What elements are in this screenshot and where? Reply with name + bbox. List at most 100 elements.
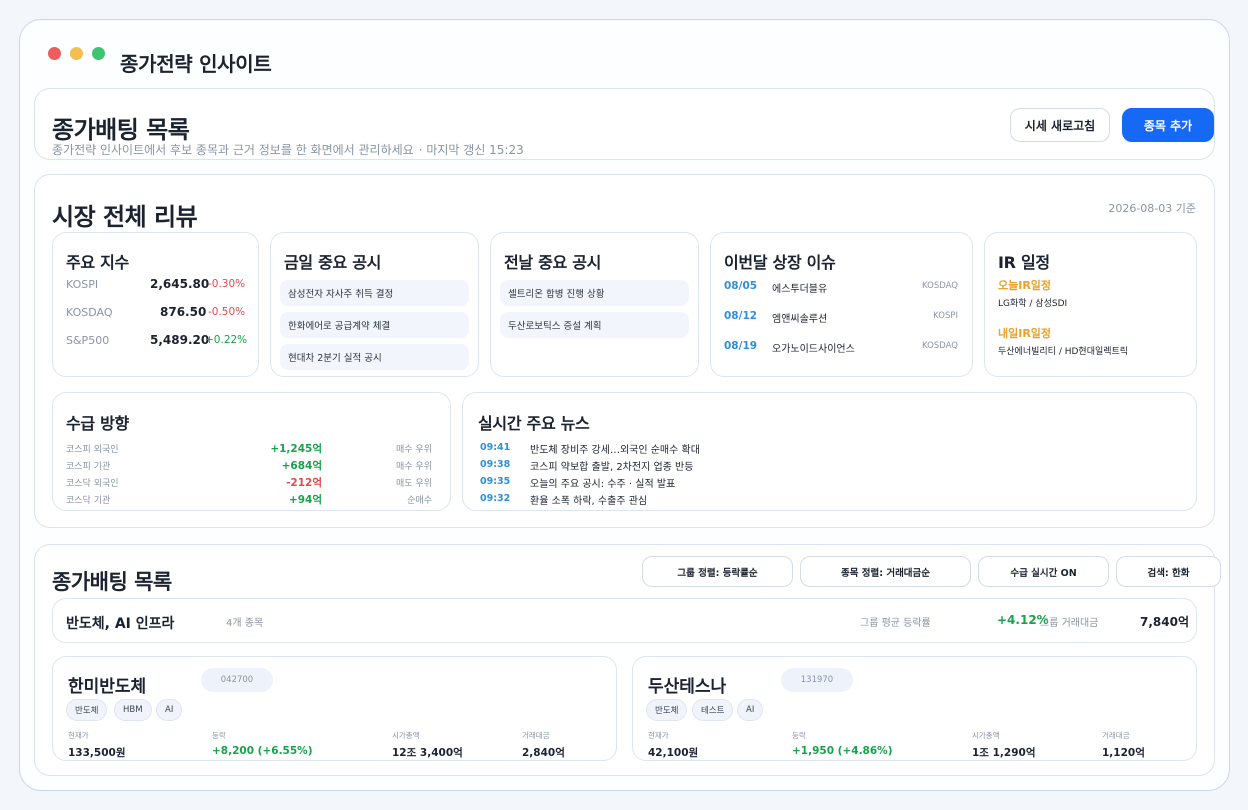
group-avg-label: 그룹 평균 등락률 bbox=[860, 618, 931, 629]
stock-sort-button[interactable]: 종목 정렬: 거래대금순 bbox=[800, 556, 971, 587]
group-name: 반도체, AI 인프라 bbox=[66, 616, 175, 632]
stock-price: 42,100원 bbox=[648, 747, 699, 759]
page-title: 종가배팅 목록 bbox=[52, 116, 190, 144]
stock-name: 두산테스나 bbox=[648, 677, 727, 697]
stock-tag: 반도체 bbox=[66, 699, 108, 721]
news-headline[interactable]: 코스피 약보합 출발, 2차전지 업종 반등 bbox=[530, 458, 693, 473]
index-value: 5,489.20 bbox=[150, 333, 210, 347]
news-headline[interactable]: 오늘의 주요 공시: 수주 · 실적 발표 bbox=[530, 475, 675, 490]
flow-name: 코스닥 기관 bbox=[66, 496, 111, 506]
prev-disclosures-title: 전날 중요 공시 bbox=[504, 253, 602, 272]
news-time: 09:32 bbox=[480, 493, 511, 504]
list-title: 종가배팅 목록 bbox=[52, 570, 172, 594]
maximize-window-button[interactable] bbox=[92, 47, 105, 60]
stock-market-cap: 1조 1,290억 bbox=[972, 747, 1036, 759]
stock-volume: 2,840억 bbox=[522, 747, 565, 759]
last-updated: · 마지막 갱신 15:23 bbox=[418, 143, 524, 157]
stock-label: 등락 bbox=[792, 731, 806, 740]
flows-title: 수급 방향 bbox=[66, 414, 129, 433]
group-sort-button[interactable]: 그룹 정렬: 등락률순 bbox=[642, 556, 793, 587]
close-window-button[interactable] bbox=[48, 47, 61, 60]
page-subtitle: 종가전략 인사이트에서 후보 종목과 근거 정보를 한 화면에서 관리하세요 ·… bbox=[52, 141, 524, 158]
stock-label: 등락 bbox=[212, 731, 226, 740]
market-date: 2026-08-03 기준 bbox=[1108, 202, 1196, 215]
index-name: S&P500 bbox=[66, 334, 110, 347]
flow-value: +684억 bbox=[281, 460, 322, 472]
listing-name[interactable]: 에스투더블유 bbox=[772, 280, 827, 295]
listing-date: 08/12 bbox=[724, 310, 758, 322]
stock-label: 거래대금 bbox=[1102, 731, 1130, 740]
listing-title: 이번달 상장 이슈 bbox=[724, 253, 836, 272]
ir-tomorrow-value: 두산에너빌리티 / HD현대일렉트릭 bbox=[998, 347, 1129, 357]
stock-volume: 1,120억 bbox=[1102, 747, 1145, 759]
today-disclosures-title: 금일 중요 공시 bbox=[284, 253, 382, 272]
flow-value: -212억 bbox=[286, 477, 322, 489]
flow-value: +1,245억 bbox=[270, 443, 322, 455]
stock-name: 한미반도체 bbox=[68, 677, 147, 697]
stock-label: 현재가 bbox=[68, 731, 89, 740]
group-count: 4개 종목 bbox=[226, 618, 264, 629]
index-change: -0.50% bbox=[208, 306, 246, 318]
flow-direction: 매도 우위 bbox=[396, 479, 432, 489]
news-headline[interactable]: 환율 소폭 하락, 수출주 관심 bbox=[530, 492, 647, 507]
stock-change: +8,200 (+6.55%) bbox=[212, 745, 313, 757]
refresh-prices-button[interactable]: 시세 새로고침 bbox=[1010, 108, 1110, 142]
stock-code: 131970 bbox=[781, 668, 853, 692]
stock-label: 현재가 bbox=[648, 731, 669, 740]
news-time: 09:35 bbox=[480, 476, 511, 487]
minimize-window-button[interactable] bbox=[70, 47, 83, 60]
stock-tag: AI bbox=[737, 699, 764, 721]
search-button[interactable]: 검색: 한화 bbox=[1116, 556, 1221, 587]
ir-tomorrow-label: 내일IR일정 bbox=[998, 327, 1052, 340]
disclosure-item[interactable]: 두산로보틱스 증설 계획 bbox=[500, 312, 689, 338]
flow-value: +94억 bbox=[288, 494, 322, 506]
index-value: 876.50 bbox=[160, 305, 207, 319]
market-review-title: 시장 전체 리뷰 bbox=[52, 203, 198, 231]
subtitle-text: 종가전략 인사이트에서 후보 종목과 근거 정보를 한 화면에서 관리하세요 bbox=[52, 143, 414, 157]
disclosure-item[interactable]: 현대차 2분기 실적 공시 bbox=[280, 344, 469, 370]
index-name: KOSPI bbox=[66, 278, 99, 291]
disclosure-item[interactable]: 셀트리온 합병 진행 상황 bbox=[500, 280, 689, 306]
stock-tag: 반도체 bbox=[646, 699, 688, 721]
stock-change: +1,950 (+4.86%) bbox=[792, 745, 893, 757]
ir-title: IR 일정 bbox=[998, 253, 1050, 272]
app-title: 종가전략 인사이트 bbox=[120, 52, 272, 76]
stock-price: 133,500원 bbox=[68, 747, 126, 759]
add-stock-button[interactable]: 종목 추가 bbox=[1122, 108, 1214, 142]
listing-date: 08/05 bbox=[724, 280, 758, 292]
ir-today-value: LG화학 / 삼성SDI bbox=[998, 299, 1068, 309]
disclosure-item[interactable]: 한화에어로 공급계약 체결 bbox=[280, 312, 469, 338]
stock-tag: 테스트 bbox=[692, 699, 734, 721]
listing-name[interactable]: 엠앤씨솔루션 bbox=[772, 310, 827, 325]
listing-date: 08/19 bbox=[724, 340, 758, 352]
flow-direction: 매수 우위 bbox=[396, 462, 432, 472]
stock-code: 042700 bbox=[201, 668, 273, 692]
news-time: 09:38 bbox=[480, 459, 511, 470]
listing-market: KOSDAQ bbox=[922, 341, 958, 351]
stock-market-cap: 12조 3,400억 bbox=[392, 747, 463, 759]
flow-direction: 매수 우위 bbox=[396, 445, 432, 455]
index-value: 2,645.80 bbox=[150, 277, 210, 291]
group-volume-label: 그룹 거래대금 bbox=[1040, 618, 1099, 629]
index-change: -0.30% bbox=[208, 278, 246, 290]
index-name: KOSDAQ bbox=[66, 306, 113, 319]
news-headline[interactable]: 반도체 장비주 강세…외국인 순매수 확대 bbox=[530, 441, 700, 456]
group-volume-value: 7,840억 bbox=[1140, 615, 1189, 629]
stock-tag: AI bbox=[156, 699, 183, 721]
news-title: 실시간 주요 뉴스 bbox=[478, 414, 590, 433]
stock-tag: HBM bbox=[114, 699, 152, 721]
index-change: +0.22% bbox=[205, 334, 248, 346]
flow-name: 코스피 외국인 bbox=[66, 445, 119, 455]
flow-name: 코스피 기관 bbox=[66, 462, 111, 472]
flow-realtime-toggle[interactable]: 수급 실시간 ON bbox=[978, 556, 1109, 587]
listing-market: KOSPI bbox=[933, 311, 958, 321]
flow-name: 코스닥 외국인 bbox=[66, 479, 119, 489]
stock-label: 시가총액 bbox=[392, 731, 420, 740]
stock-label: 시가총액 bbox=[972, 731, 1000, 740]
listing-name[interactable]: 오가노이드사이언스 bbox=[772, 340, 855, 355]
stock-label: 거래대금 bbox=[522, 731, 550, 740]
news-time: 09:41 bbox=[480, 442, 511, 453]
ir-today-label: 오늘IR일정 bbox=[998, 279, 1052, 292]
indices-title: 주요 지수 bbox=[66, 253, 129, 272]
disclosure-item[interactable]: 삼성전자 자사주 취득 결정 bbox=[280, 280, 469, 306]
